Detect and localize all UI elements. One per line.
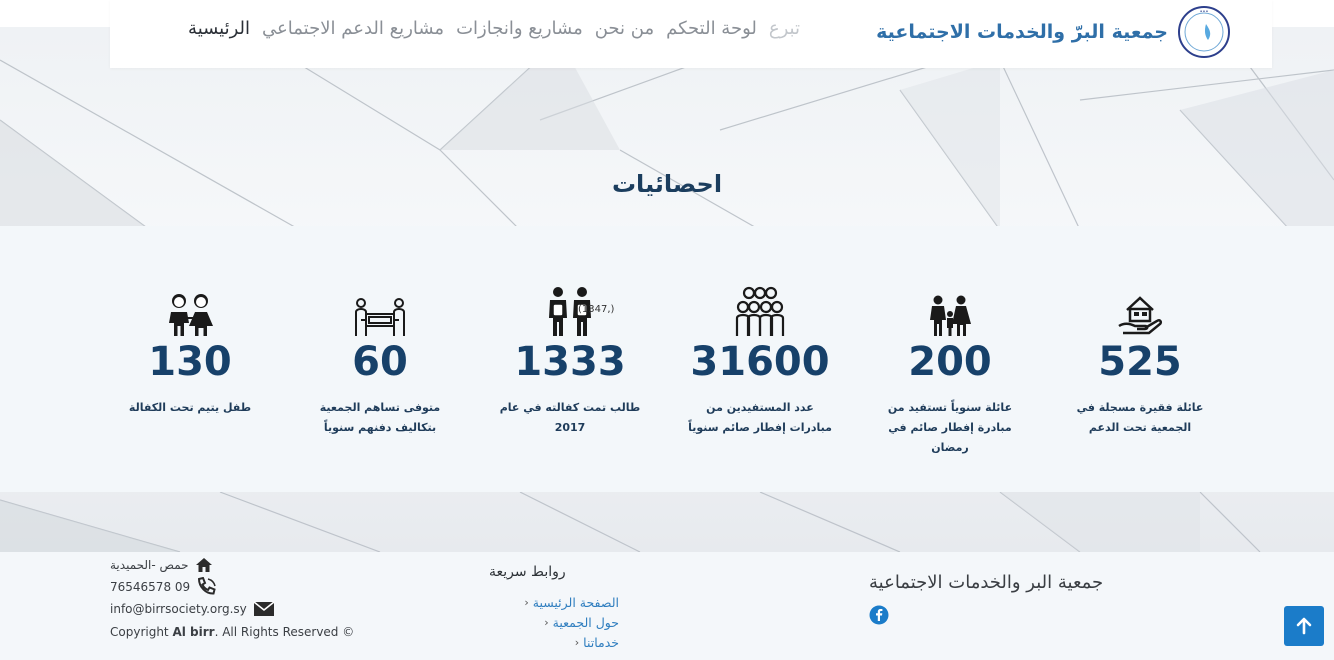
nav-projects-achievements[interactable]: مشاريع وانجازات (456, 18, 583, 39)
footer: حمص -الحميدية 76546578 09 info@birrsocie… (0, 552, 1334, 660)
main-nav: الرئيسية مشاريع الدعم الاجتماعي مشاريع و… (188, 18, 800, 39)
stat-value: 1333 (514, 339, 626, 385)
copyright-prefix: Copyright (110, 625, 173, 639)
quick-link-label: خدماتنا (583, 634, 619, 650)
nav-about-us[interactable]: من نحن (595, 18, 654, 39)
quick-link-label: الصفحة الرئيسية (532, 594, 619, 610)
stat-sponsored-students: (1347,) 1333 طالب تمت كفالته في عام 2017 (480, 286, 660, 438)
footer-org-name: جمعية البر والخدمات الاجتماعية (869, 572, 1104, 593)
phone-text[interactable]: 76546578 09 (110, 580, 190, 594)
stat-orphans: 130 طفل يتيم تحت الكفالة (100, 286, 280, 418)
email-row: info@birrsociety.org.sy (110, 598, 354, 620)
nav-control-panel[interactable]: لوحة التحكم (666, 18, 757, 39)
stat-label: عدد المستفيدين من مبادرات إفطار صائم سنو… (688, 401, 832, 434)
envelope-icon (253, 601, 275, 616)
coffin-bearers-icon (355, 298, 405, 336)
statistics-title: احصائيات (611, 170, 723, 198)
nav-social-support-projects[interactable]: مشاريع الدعم الاجتماعي (262, 18, 444, 39)
stat-value: 200 (908, 339, 992, 385)
stat-ramadan-families: 200 عائلة سنوياً تستفيد من مبادرة إفطار … (860, 286, 1040, 458)
quick-link-home[interactable]: ‹ الصفحة الرئيسية (489, 592, 619, 612)
copyright-suffix: . All Rights Reserved © (214, 625, 355, 639)
footer-org: جمعية البر والخدمات الاجتماعية (869, 572, 1103, 629)
arrow-up-icon (1296, 617, 1312, 635)
stat-label: طفل يتيم تحت الكفالة (128, 401, 252, 414)
phone-row: 76546578 09 (110, 576, 354, 598)
svg-text:•••: ••• (1200, 9, 1209, 15)
stat-label: عائلة فقيرة مسجلة في الجمعية تحت الدعم (1076, 401, 1204, 434)
house-hand-icon (1118, 296, 1163, 335)
stat-value: 525 (1098, 339, 1182, 385)
chevron-left-icon: ‹ (524, 595, 529, 609)
chevron-left-icon: ‹ (574, 635, 580, 649)
chevron-left-icon: ‹ (544, 615, 549, 629)
copyright-brand: Al birr (172, 625, 215, 639)
stat-value: 31600 (690, 339, 830, 385)
quick-links-title: روابط سريعة (489, 564, 566, 580)
logo-icon: ••• (1178, 6, 1230, 58)
contact-info: حمص -الحميدية 76546578 09 info@birrsocie… (110, 554, 354, 642)
phone-icon (198, 577, 216, 595)
address-text: حمص -الحميدية (110, 558, 189, 572)
nav-home[interactable]: الرئيسية (188, 18, 250, 39)
scroll-to-top-button[interactable] (1284, 606, 1324, 646)
email-text[interactable]: info@birrsociety.org.sy (110, 602, 247, 616)
children-icon (169, 294, 213, 336)
stat-value: 130 (148, 339, 232, 385)
copyright: Copyright Al birr. All Rights Reserved © (110, 622, 354, 642)
navbar: ••• جمعية البرّ والخدمات الاجتماعية الرئ… (110, 0, 1272, 68)
stat-note: (1347,) (578, 304, 615, 315)
home-icon (195, 558, 212, 572)
nav-donate[interactable]: تبرع (769, 18, 800, 39)
facebook-icon[interactable] (869, 605, 889, 625)
quick-links: روابط سريعة ‹ الصفحة الرئيسية ‹ حول الجم… (489, 564, 619, 652)
quick-link-services[interactable]: ‹ خدماتنا (489, 632, 619, 652)
stat-label: متوفى تساهم الجمعية بتكاليف دفنهم سنوياً (319, 401, 441, 434)
stat-label: عائلة سنوياً تستفيد من مبادرة إفطار صائم… (887, 401, 1013, 454)
stat-iftar-beneficiaries: 31600 عدد المستفيدين من مبادرات إفطار صا… (670, 286, 850, 438)
stat-value: 60 (352, 339, 408, 385)
brand[interactable]: ••• جمعية البرّ والخدمات الاجتماعية (876, 2, 1232, 62)
brand-name: جمعية البرّ والخدمات الاجتماعية (876, 21, 1168, 43)
quick-link-about[interactable]: ‹ حول الجمعية (489, 612, 619, 632)
address-row: حمص -الحميدية (110, 554, 354, 576)
quick-link-label: حول الجمعية (552, 614, 619, 630)
group-people-icon (735, 286, 785, 336)
statistics-section: 525 عائلة فقيرة مسجلة في الجمعية تحت الد… (0, 226, 1334, 492)
stat-burial-support: 60 متوفى تساهم الجمعية بتكاليف دفنهم سنو… (290, 286, 470, 438)
family-icon (930, 295, 971, 336)
stat-label: طالب تمت كفالته في عام 2017 (499, 401, 641, 434)
stat-registered-families: 525 عائلة فقيرة مسجلة في الجمعية تحت الد… (1050, 286, 1230, 438)
